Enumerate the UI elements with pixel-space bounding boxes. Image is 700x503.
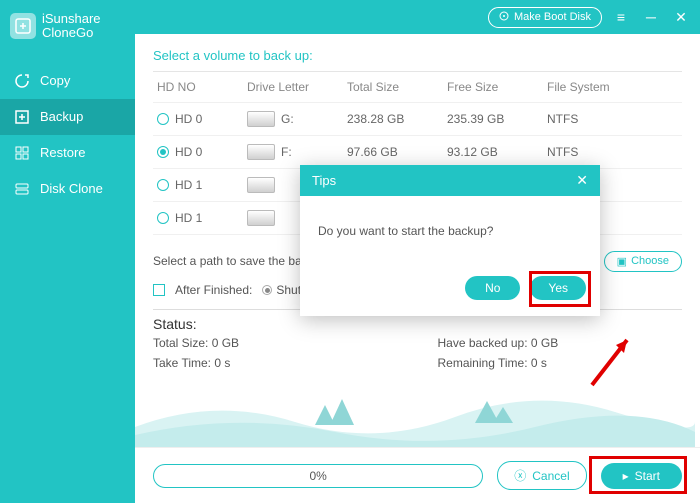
drive-icon bbox=[247, 111, 275, 127]
sidebar: iSunshare CloneGo Copy Backup Restore Di… bbox=[0, 0, 135, 503]
col-free: Free Size bbox=[447, 80, 547, 94]
progress-bar: 0% bbox=[153, 464, 483, 488]
restore-icon bbox=[14, 145, 30, 161]
disk-icon bbox=[499, 11, 509, 24]
row-radio[interactable] bbox=[157, 146, 169, 158]
backup-icon bbox=[14, 109, 30, 125]
nav-item-copy[interactable]: Copy bbox=[0, 63, 135, 99]
nav-item-disk-clone[interactable]: Disk Clone bbox=[0, 171, 135, 207]
nav-item-restore[interactable]: Restore bbox=[0, 135, 135, 171]
col-letter: Drive Letter bbox=[247, 80, 347, 94]
col-fs: File System bbox=[547, 80, 647, 94]
nav: Copy Backup Restore Disk Clone bbox=[0, 63, 135, 207]
start-button[interactable]: ▸ Start bbox=[601, 463, 682, 489]
drive-icon bbox=[247, 210, 275, 226]
cancel-button[interactable]: ⓧ Cancel bbox=[497, 461, 586, 490]
select-volume-title: Select a volume to back up: bbox=[153, 48, 682, 63]
drive-icon bbox=[247, 177, 275, 193]
table-header: HD NO Drive Letter Total Size Free Size … bbox=[153, 72, 682, 103]
drive-icon bbox=[247, 144, 275, 160]
progress-text: 0% bbox=[309, 469, 326, 483]
dialog-close-button[interactable]: ✕ bbox=[576, 172, 588, 189]
nav-label: Backup bbox=[40, 109, 83, 124]
choose-button[interactable]: ▣ Choose bbox=[604, 251, 682, 272]
dialog-yes-button[interactable]: Yes bbox=[530, 276, 586, 300]
landscape-decoration bbox=[135, 357, 695, 447]
nav-label: Copy bbox=[40, 73, 70, 88]
copy-icon bbox=[14, 73, 30, 89]
after-finished-checkbox[interactable] bbox=[153, 284, 165, 296]
row-radio[interactable] bbox=[157, 212, 169, 224]
status-remain: Remaining Time: 0 s bbox=[438, 356, 683, 370]
make-boot-label: Make Boot Disk bbox=[514, 11, 591, 23]
logo-icon bbox=[10, 13, 36, 39]
status-total: Total Size: 0 GB bbox=[153, 336, 398, 350]
disk-clone-icon bbox=[14, 181, 30, 197]
brand-line1: iSunshare bbox=[42, 12, 101, 26]
col-total: Total Size bbox=[347, 80, 447, 94]
dialog-title: Tips bbox=[312, 173, 336, 188]
nav-item-backup[interactable]: Backup bbox=[0, 99, 135, 135]
minimize-button[interactable]: ─ bbox=[640, 6, 662, 28]
cancel-icon: ⓧ bbox=[514, 467, 526, 484]
col-hd: HD NO bbox=[157, 80, 247, 94]
status-panel: Status: Total Size: 0 GB Have backed up:… bbox=[153, 309, 682, 370]
nav-label: Restore bbox=[40, 145, 86, 160]
make-boot-disk-button[interactable]: Make Boot Disk bbox=[488, 7, 602, 28]
row-radio[interactable] bbox=[157, 113, 169, 125]
status-backed: Have backed up: 0 GB bbox=[438, 336, 683, 350]
close-button[interactable]: ✕ bbox=[670, 6, 692, 28]
status-head: Status: bbox=[153, 316, 682, 332]
play-icon: ▸ bbox=[623, 469, 629, 483]
titlebar: Make Boot Disk ≡ ─ ✕ bbox=[135, 0, 700, 34]
app-logo: iSunshare CloneGo bbox=[0, 0, 135, 53]
nav-label: Disk Clone bbox=[40, 181, 103, 196]
after-finished-label: After Finished: bbox=[175, 283, 252, 297]
table-row[interactable]: HD 0 G: 238.28 GB 235.39 GB NTFS bbox=[153, 103, 682, 136]
dialog-no-button[interactable]: No bbox=[465, 276, 520, 300]
folder-icon: ▣ bbox=[617, 255, 627, 268]
status-take: Take Time: 0 s bbox=[153, 356, 398, 370]
dialog-message: Do you want to start the backup? bbox=[300, 196, 600, 266]
row-radio[interactable] bbox=[157, 179, 169, 191]
menu-button[interactable]: ≡ bbox=[610, 6, 632, 28]
footer: 0% ⓧ Cancel ▸ Start bbox=[135, 447, 700, 503]
brand-line2: CloneGo bbox=[42, 26, 101, 40]
tips-dialog: Tips ✕ Do you want to start the backup? … bbox=[300, 165, 600, 316]
